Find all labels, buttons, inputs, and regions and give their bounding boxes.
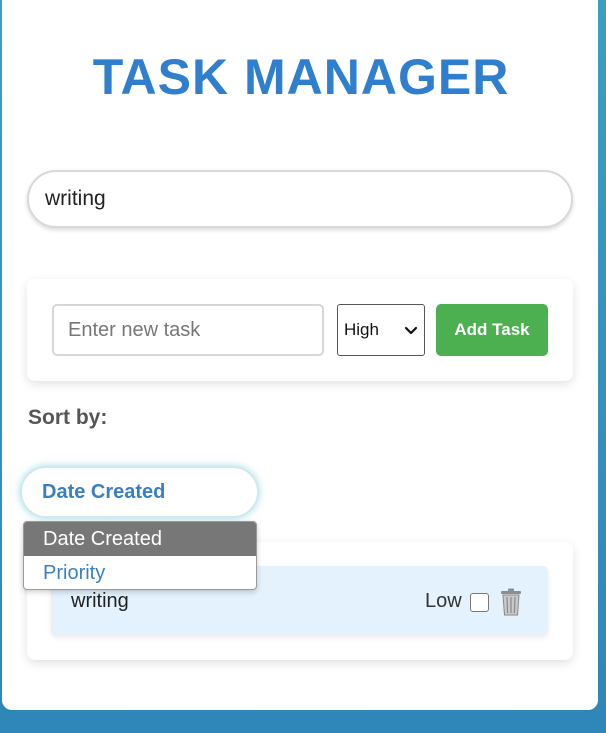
sort-dropdown-menu: Date Created Priority [23,521,257,590]
new-task-input[interactable]: Enter new task [52,304,324,356]
sort-option-priority[interactable]: Priority [24,556,256,589]
page-title: TASK MANAGER [92,49,510,105]
chevron-down-icon [404,326,418,335]
priority-select[interactable]: High [337,304,425,356]
trash-icon[interactable] [499,588,523,616]
priority-select-value: High [344,320,379,339]
sort-option-date-created[interactable]: Date Created [24,522,256,556]
search-input[interactable]: writing [27,170,573,228]
add-task-button[interactable]: Add Task [436,304,548,356]
sort-label: Sort by: [28,406,108,429]
sort-select[interactable]: Date Created [20,466,259,518]
task-priority: Low [425,590,462,612]
task-complete-checkbox[interactable] [470,593,489,612]
task-text: writing [71,590,129,612]
add-task-panel: Enter new task High Add Task [27,279,573,381]
